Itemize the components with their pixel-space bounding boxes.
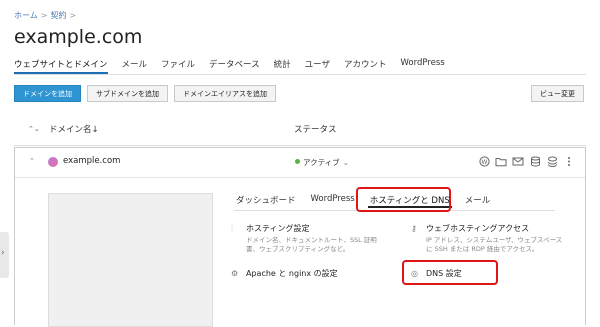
add-domain-alias-button[interactable]: ドメインエイリアスを追加 bbox=[174, 85, 276, 102]
hosting-settings-description: ドメイン名、ドキュメントルート、SSL 証明 書、ウェブスクリプティングなど。 bbox=[246, 236, 377, 254]
web-hosting-access-description: IP アドレス、システムユーザ、ウェブスペース に SSH または RDP 経由… bbox=[426, 236, 562, 254]
chevron-down-icon: ⌄ bbox=[342, 158, 349, 167]
table-header: ⌃⌄ ドメイン名↓ ステータス bbox=[14, 113, 586, 146]
mail-icon[interactable] bbox=[512, 156, 524, 168]
apache-nginx-settings-link[interactable]: ⚙ Apache と nginx の設定 bbox=[231, 268, 338, 279]
highlight-box-hosting-dns bbox=[356, 187, 451, 212]
domain-tool-icons: W bbox=[478, 156, 580, 168]
breadcrumb-separator: > bbox=[69, 11, 77, 20]
key-icon: ⚷ bbox=[411, 224, 417, 233]
folder-icon[interactable] bbox=[495, 156, 507, 168]
site-favicon-icon bbox=[48, 157, 58, 167]
subtab-dashboard[interactable]: ダッシュボード bbox=[234, 194, 298, 208]
tab-users[interactable]: ユーザ bbox=[305, 58, 330, 74]
page-title: example.com bbox=[14, 26, 143, 48]
highlight-box-dns-settings bbox=[402, 260, 498, 285]
breadcrumb-home[interactable]: ホーム bbox=[14, 11, 38, 20]
hosting-settings-desc-line1: ドメイン名、ドキュメントルート、SSL 証明 bbox=[246, 236, 377, 244]
web-hosting-access-title: ウェブホスティングアクセス bbox=[426, 224, 530, 233]
add-domain-button[interactable]: ドメインを追加 bbox=[14, 85, 81, 102]
tabs-divider bbox=[14, 74, 586, 75]
tab-account[interactable]: アカウント bbox=[344, 58, 387, 74]
subtab-wordpress[interactable]: WordPress bbox=[309, 194, 357, 208]
domain-name[interactable]: example.com bbox=[63, 156, 120, 166]
add-subdomain-button[interactable]: サブドメインを追加 bbox=[87, 85, 168, 102]
web-hosting-access-link[interactable]: ⚷ ウェブホスティングアクセス bbox=[411, 223, 529, 234]
tab-mail[interactable]: メール bbox=[122, 58, 148, 74]
status-dot-icon bbox=[295, 159, 300, 164]
apache-nginx-title: Apache と nginx の設定 bbox=[246, 269, 338, 278]
tab-websites-domains[interactable]: ウェブサイトとドメイン bbox=[14, 58, 108, 74]
web-hosting-access-desc-line1: IP アドレス、システムユーザ、ウェブスペース bbox=[426, 236, 563, 244]
breadcrumb: ホーム > 契約 > bbox=[14, 10, 79, 21]
web-hosting-access-desc-line2: に SSH または RDP 経由でアクセス。 bbox=[426, 245, 539, 253]
domain-row: ⌃ example.com アクティブ ⌄ W bbox=[15, 148, 585, 178]
svg-text:W: W bbox=[481, 159, 487, 166]
collapse-icon[interactable]: ⌃ bbox=[29, 157, 35, 165]
view-change-button[interactable]: ビュー変更 bbox=[531, 85, 584, 102]
column-domain-name[interactable]: ドメイン名↓ bbox=[49, 123, 99, 135]
chevron-right-icon: › bbox=[1, 248, 5, 258]
hosting-settings-desc-line2: 書、ウェブスクリプティングなど。 bbox=[246, 245, 350, 253]
sort-icon[interactable]: ⌃⌄ bbox=[28, 125, 40, 133]
status-label: アクティブ bbox=[303, 158, 340, 167]
breadcrumb-contract[interactable]: 契約 bbox=[50, 11, 66, 20]
sliders-icon: ⫶ bbox=[231, 224, 233, 233]
column-status: ステータス bbox=[294, 125, 337, 135]
settings-gear-icon: ⚙ bbox=[231, 269, 239, 278]
tab-statistics[interactable]: 統計 bbox=[274, 58, 291, 74]
tab-wordpress[interactable]: WordPress bbox=[401, 58, 445, 74]
stack-icon[interactable] bbox=[546, 156, 558, 168]
site-preview-thumbnail[interactable] bbox=[48, 193, 213, 327]
page: › ホーム > 契約 > example.com ウェブサイトとドメイン メール ファ… bbox=[0, 0, 600, 327]
toolbar: ドメインを追加 サブドメインを追加 ドメインエイリアスを追加 bbox=[14, 85, 282, 102]
hosting-settings-link[interactable]: ⫶ ホスティング設定 bbox=[231, 223, 310, 234]
domain-card: ⌃ example.com アクティブ ⌄ W ダッシュボード WordPres… bbox=[14, 147, 586, 327]
status-dropdown[interactable]: アクティブ ⌄ bbox=[295, 157, 349, 168]
breadcrumb-separator: > bbox=[40, 11, 48, 20]
tab-databases[interactable]: データベース bbox=[209, 58, 260, 74]
side-panel-toggle[interactable]: › bbox=[0, 232, 9, 278]
subtab-mail[interactable]: メール bbox=[463, 194, 493, 208]
main-tabs: ウェブサイトとドメイン メール ファイル データベース 統計 ユーザ アカウント… bbox=[14, 58, 459, 74]
wordpress-icon[interactable]: W bbox=[478, 156, 490, 168]
tab-files[interactable]: ファイル bbox=[161, 58, 195, 74]
database-icon[interactable] bbox=[529, 156, 541, 168]
more-icon[interactable] bbox=[563, 156, 575, 168]
hosting-settings-title: ホスティング設定 bbox=[246, 224, 310, 233]
